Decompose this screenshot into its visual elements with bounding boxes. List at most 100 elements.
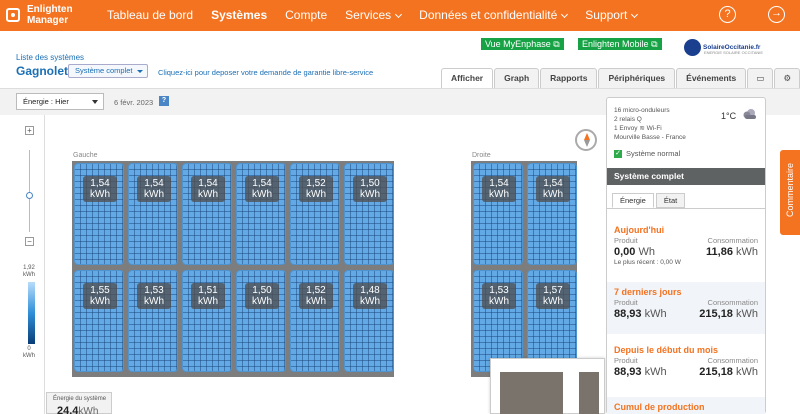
system-energy-number: 24,4 [57, 405, 79, 414]
panel-energy-value: 1,55 [90, 285, 110, 296]
panel-energy-unit: kWh [252, 296, 272, 307]
section-header: Système complet [607, 168, 765, 185]
stat-value-consumed: 215,18 kWh [699, 308, 758, 320]
zoom-slider-track[interactable] [29, 150, 30, 232]
nav-services-label: Services [345, 8, 392, 22]
panel-energy-value: 1,50 [252, 285, 272, 296]
tab-afficher[interactable]: Afficher [441, 68, 494, 89]
panel-energy-label: 1,54 kWh [536, 176, 570, 202]
system-status-label: Système normal [626, 149, 681, 158]
nav-support[interactable]: Support [585, 8, 639, 22]
external-link-icon: ⧉ [553, 39, 560, 49]
system-view-dropdown[interactable]: Système complet [68, 64, 148, 78]
chevron-down-icon [561, 10, 569, 19]
top-navigation-bar: Enlighten Manager Tableau de bord Systèm… [0, 0, 800, 31]
system-energy-label: Énergie du système [53, 396, 107, 402]
panel-energy-unit: kWh [360, 189, 380, 200]
stat-label-produced: Produit [614, 356, 638, 365]
zoom-slider-handle[interactable] [26, 192, 33, 199]
nav-data-privacy[interactable]: Données et confidentialité [419, 8, 569, 22]
tab-rapports[interactable]: Rapports [540, 68, 598, 88]
stat-week-title: 7 derniers jours [614, 287, 682, 297]
stat-value-produced: 88,93 kWh [614, 308, 667, 320]
solar-panel[interactable]: 1,54 kWh [128, 163, 178, 265]
breadcrumb[interactable]: Liste des systèmes [16, 53, 84, 62]
panel-energy-unit: kWh [306, 189, 326, 200]
array-minimap[interactable] [490, 358, 605, 414]
system-info: 16 micro-onduleurs 2 relais Q 1 Envoy ≋ … [614, 106, 686, 142]
panel-energy-value: 1,52 [306, 178, 326, 189]
solar-panel[interactable]: 1,54 kWh [74, 163, 124, 265]
solar-panel[interactable]: 1,51 kWh [182, 270, 232, 372]
panel-energy-unit: kWh [90, 296, 110, 307]
feedback-tab[interactable]: Commentaire [780, 150, 800, 235]
zoom-in-button[interactable]: + [25, 126, 34, 135]
stat-latest-power: Le plus récent : 0,00 W [614, 259, 681, 266]
tab-etat[interactable]: État [655, 193, 686, 208]
panel-energy-label: 1,54 kWh [482, 176, 516, 202]
panel-energy-unit: kWh [144, 296, 164, 307]
stat-value-consumed-number: 11,86 [706, 246, 733, 258]
tab-energie[interactable]: Énergie [612, 193, 654, 208]
panel-energy-value: 1,50 [360, 178, 380, 189]
stat-value-consumed: 215,18 kWh [699, 366, 758, 378]
stat-cumulative: Cumul de production [607, 397, 765, 414]
q-relays-count: 2 relais Q [614, 116, 642, 123]
panel-energy-unit: kWh [489, 296, 509, 307]
solar-panel[interactable]: 1,53 kWh [473, 270, 523, 372]
panel-energy-label: 1,54 kWh [83, 176, 117, 202]
panel-energy-value: 1,48 [360, 285, 380, 296]
solar-panel[interactable]: 1,54 kWh [182, 163, 232, 265]
tab-devices-icon[interactable]: ▭ [747, 68, 774, 88]
solar-panel[interactable]: 1,54 kWh [473, 163, 523, 265]
solar-panel[interactable]: 1,50 kWh [344, 163, 394, 265]
solar-panel[interactable]: 1,55 kWh [74, 270, 124, 372]
tab-graph[interactable]: Graph [494, 68, 540, 88]
myenphase-button[interactable]: Vue MyEnphase ⧉ [481, 38, 564, 50]
zoom-out-button[interactable]: − [25, 237, 34, 246]
solar-panel[interactable]: 1,48 kWh [344, 270, 394, 372]
minimap-array-left [500, 372, 563, 414]
nav-support-label: Support [585, 8, 628, 22]
nav-dashboard[interactable]: Tableau de bord [107, 8, 193, 22]
solar-panel[interactable]: 1,53 kWh [128, 270, 178, 372]
stat-last-7-days: 7 derniers jours Produit Consommation 88,… [607, 282, 765, 334]
stat-value-consumed: 11,86 kWh [706, 246, 758, 258]
logout-icon[interactable]: → [768, 6, 785, 23]
date-help-icon[interactable]: ? [159, 96, 169, 106]
wifi-icon: ≋ [639, 125, 645, 132]
enlighten-logo[interactable]: Enlighten Manager [6, 4, 73, 26]
compass-icon [575, 129, 597, 151]
solar-panel[interactable]: 1,54 kWh [527, 163, 577, 265]
solar-panel[interactable]: 1,50 kWh [236, 270, 286, 372]
panel-energy-value: 1,54 [543, 178, 563, 189]
cloudy-weather-icon [743, 109, 756, 119]
tab-evenements[interactable]: Événements [676, 68, 747, 88]
panel-energy-unit: kWh [90, 189, 110, 200]
enlighten-mobile-button[interactable]: Enlighten Mobile ⧉ [578, 38, 662, 50]
solar-panel[interactable]: 1,52 kWh [290, 163, 340, 265]
nav-systems[interactable]: Systèmes [211, 8, 267, 22]
solar-panel[interactable]: 1,57 kWh [527, 270, 577, 372]
stat-value-produced-number: 88,93 [614, 308, 642, 320]
system-summary-panel: 16 micro-onduleurs 2 relais Q 1 Envoy ≋ … [606, 97, 766, 414]
panel-energy-unit: kWh [306, 296, 326, 307]
tab-settings[interactable]: ⚙ [774, 68, 800, 88]
legend-min-unit: kWh [23, 353, 35, 359]
panel-energy-value: 1,51 [198, 285, 218, 296]
panel-energy-label: 1,50 kWh [245, 283, 279, 309]
nav-services[interactable]: Services [345, 8, 403, 22]
panel-energy-label: 1,54 kWh [245, 176, 279, 202]
solar-panel[interactable]: 1,54 kWh [236, 163, 286, 265]
solar-panel[interactable]: 1,52 kWh [290, 270, 340, 372]
nav-account[interactable]: Compte [285, 8, 327, 22]
panel-energy-value: 1,54 [489, 178, 509, 189]
tab-peripheriques[interactable]: Périphériques [598, 68, 676, 88]
warranty-link[interactable]: Cliquez-ici pour deposer votre demande d… [158, 68, 373, 77]
stat-value-produced-number: 0,00 [614, 246, 636, 258]
energy-period-dropdown[interactable]: Énergie : Hier [16, 93, 104, 110]
panel-energy-value: 1,54 [90, 178, 110, 189]
legend-max-unit: kWh [23, 272, 35, 278]
help-icon[interactable]: ? [719, 6, 736, 23]
panel-energy-value: 1,54 [252, 178, 272, 189]
